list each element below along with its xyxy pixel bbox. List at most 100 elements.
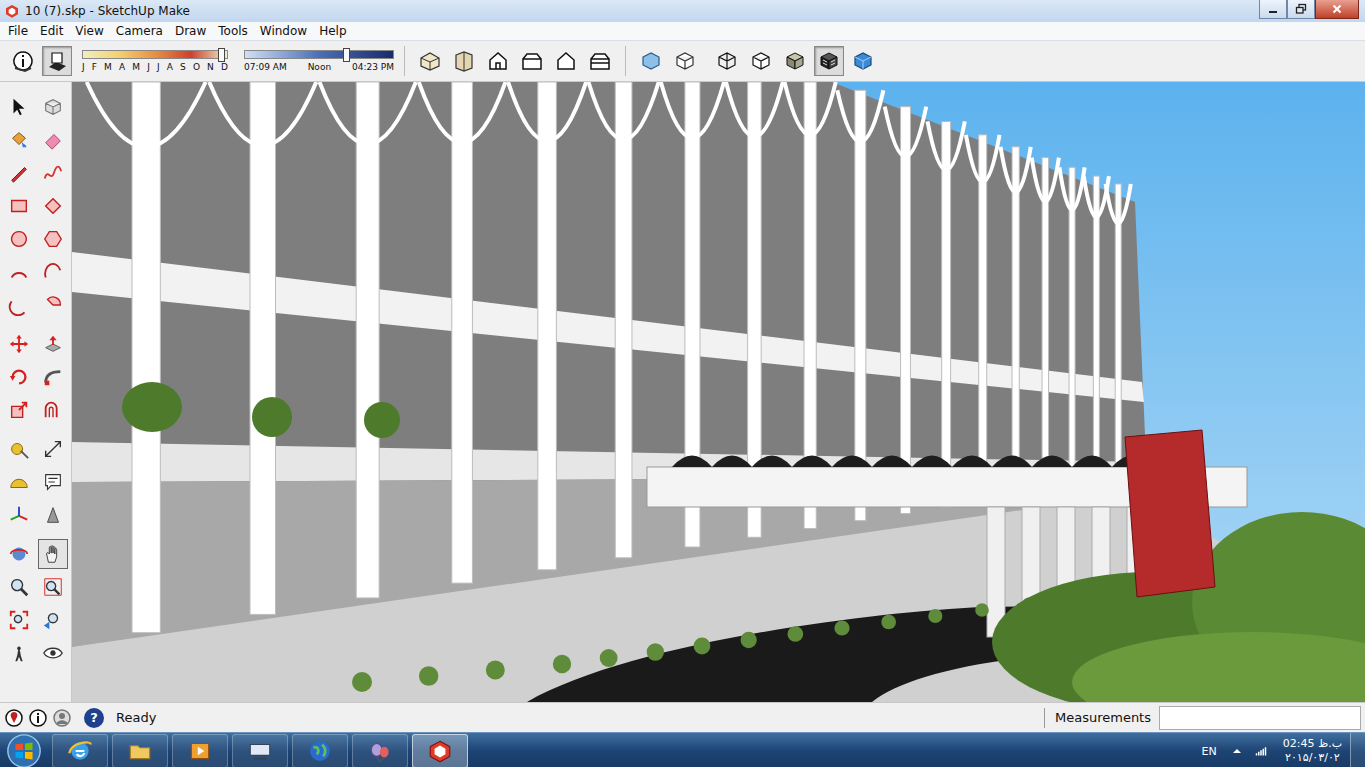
model-viewport[interactable]	[72, 82, 1365, 702]
shadow-button[interactable]	[8, 46, 38, 76]
taskbar-app[interactable]	[352, 734, 408, 767]
polygon-icon	[42, 228, 64, 250]
style-button[interactable]	[636, 46, 666, 76]
shaded-textures-icon	[817, 49, 841, 73]
dimension-icon	[42, 438, 64, 460]
tool-button[interactable]	[38, 539, 68, 569]
tool-button[interactable]	[4, 290, 34, 320]
tool-button[interactable]	[4, 434, 34, 464]
tool-button[interactable]	[38, 191, 68, 221]
month-label: N	[207, 62, 214, 73]
view-button[interactable]	[551, 46, 581, 76]
tool-button[interactable]	[38, 395, 68, 425]
style-button[interactable]	[848, 46, 878, 76]
network-signal-icon[interactable]	[1255, 745, 1267, 757]
tool-button[interactable]	[38, 224, 68, 254]
menu-item[interactable]: Camera	[110, 24, 169, 38]
geo-location-icon[interactable]	[4, 708, 24, 728]
rotate-icon	[8, 366, 30, 388]
tool-button[interactable]	[38, 257, 68, 287]
menu-item[interactable]: Help	[313, 24, 352, 38]
tool-button[interactable]	[38, 467, 68, 497]
tool-button[interactable]	[38, 125, 68, 155]
menu-item[interactable]: Tools	[212, 24, 254, 38]
tool-button[interactable]	[38, 500, 68, 530]
pan-icon	[42, 543, 64, 565]
view-button[interactable]	[517, 46, 547, 76]
tool-button[interactable]	[38, 434, 68, 464]
view-button[interactable]	[415, 46, 445, 76]
menu-item[interactable]: View	[69, 24, 109, 38]
view-button[interactable]	[483, 46, 513, 76]
taskbar: EN ب.ظ 02:45۲۰۱۵/۰۳/۰۲	[0, 732, 1365, 767]
date-slider[interactable]: JFMAMJJASOND	[82, 50, 228, 73]
menu-item[interactable]: Draw	[169, 24, 212, 38]
help-button[interactable]: ?	[84, 708, 104, 728]
tool-button[interactable]	[4, 467, 34, 497]
taskbar-app[interactable]	[232, 734, 288, 767]
style-button[interactable]	[814, 46, 844, 76]
menu-item[interactable]: Edit	[34, 24, 69, 38]
menu-item[interactable]: Window	[254, 24, 313, 38]
tool-button[interactable]	[4, 500, 34, 530]
time-slider-thumb[interactable]	[343, 48, 350, 62]
style-button[interactable]	[746, 46, 776, 76]
circle-icon	[8, 228, 30, 250]
tool-button[interactable]	[4, 224, 34, 254]
maximize-button[interactable]	[1287, 0, 1315, 19]
tool-button[interactable]	[38, 158, 68, 188]
style-button[interactable]	[670, 46, 700, 76]
style-button[interactable]	[780, 46, 810, 76]
zoom-icon	[8, 576, 30, 598]
tool-button[interactable]	[38, 605, 68, 635]
month-label: M	[104, 62, 112, 73]
tool-button[interactable]	[38, 362, 68, 392]
tool-button[interactable]	[4, 191, 34, 221]
taskbar-app[interactable]	[412, 734, 468, 767]
show-hidden-icons-icon[interactable]	[1231, 745, 1243, 757]
freehand-icon	[42, 162, 64, 184]
clock[interactable]: ب.ظ 02:45۲۰۱۵/۰۳/۰۲	[1283, 737, 1342, 765]
tool-button[interactable]	[4, 158, 34, 188]
tool-button[interactable]	[4, 257, 34, 287]
back-view-icon	[554, 49, 578, 73]
date-slider-thumb[interactable]	[218, 48, 225, 62]
workspace	[0, 82, 1365, 702]
show-desktop-button[interactable]	[1350, 733, 1365, 767]
shadow-button[interactable]	[42, 46, 72, 76]
start-button[interactable]	[2, 733, 46, 767]
style-button[interactable]	[712, 46, 742, 76]
taskbar-app[interactable]	[292, 734, 348, 767]
measurements-field[interactable]	[1159, 706, 1361, 730]
view-button[interactable]	[449, 46, 479, 76]
month-label: D	[221, 62, 228, 73]
tool-button[interactable]	[4, 362, 34, 392]
tool-button[interactable]	[4, 539, 34, 569]
close-button[interactable]	[1315, 0, 1359, 19]
credits-icon[interactable]	[28, 708, 48, 728]
taskbar-app[interactable]	[172, 734, 228, 767]
tool-button[interactable]	[4, 572, 34, 602]
push-pull-icon	[42, 333, 64, 355]
tool-button[interactable]	[4, 92, 34, 122]
view-button[interactable]	[585, 46, 615, 76]
tool-button[interactable]	[4, 125, 34, 155]
taskbar-app[interactable]	[52, 734, 108, 767]
top-view-icon	[452, 49, 476, 73]
menu-item[interactable]: File	[2, 24, 34, 38]
tool-button[interactable]	[4, 329, 34, 359]
tool-button[interactable]	[4, 395, 34, 425]
tool-button[interactable]	[38, 638, 68, 668]
tool-button[interactable]	[38, 290, 68, 320]
tool-button[interactable]	[38, 572, 68, 602]
tool-button[interactable]	[4, 605, 34, 635]
language-indicator[interactable]: EN	[1202, 745, 1217, 758]
taskbar-app[interactable]	[112, 734, 168, 767]
title-bar: 10 (7).skp - SketchUp Make	[0, 0, 1365, 22]
tool-button[interactable]	[38, 329, 68, 359]
time-slider[interactable]: 07:09 AMNoon04:23 PM	[244, 50, 394, 73]
tool-button[interactable]	[4, 638, 34, 668]
tool-button[interactable]	[38, 92, 68, 122]
account-icon[interactable]	[52, 708, 72, 728]
minimize-button[interactable]	[1259, 0, 1287, 19]
